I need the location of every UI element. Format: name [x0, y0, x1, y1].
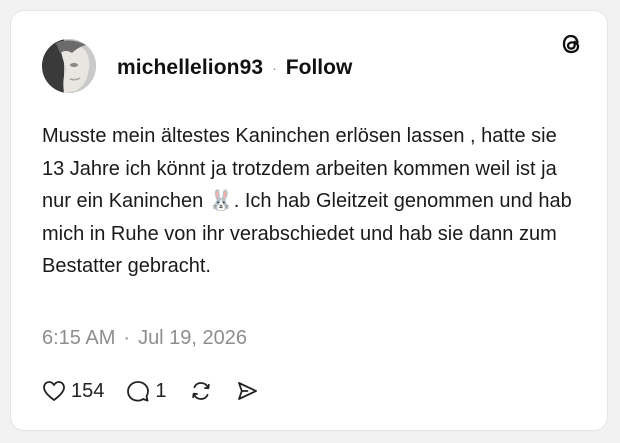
threads-logo-icon[interactable] — [558, 31, 584, 57]
avatar[interactable] — [42, 39, 96, 93]
heart-icon — [43, 381, 65, 401]
timestamp-separator: · — [123, 327, 131, 349]
comment-bubble-icon — [127, 381, 150, 402]
repost-button[interactable] — [189, 379, 213, 403]
username-link[interactable]: michellelion93 — [117, 56, 263, 80]
send-icon — [237, 382, 257, 400]
avatar-image — [42, 39, 96, 93]
reply-button[interactable]: 1 — [126, 379, 167, 403]
header-separator: · — [272, 60, 277, 76]
post-time: 6:15 AM — [42, 327, 116, 349]
follow-button[interactable]: Follow — [286, 56, 353, 80]
post-body: Musste mein ältestes Kaninchen erlösen l… — [42, 120, 572, 283]
post-date: Jul 19, 2026 — [138, 327, 248, 349]
post-timestamp[interactable]: 6:15 AM · Jul 19, 2026 — [42, 327, 247, 350]
post-card: michellelion93 · Follow Musste mein älte… — [10, 10, 608, 431]
like-count: 154 — [71, 379, 105, 402]
post-header: michellelion93 · Follow — [117, 55, 352, 81]
post-actions: 154 1 — [42, 376, 259, 406]
share-button[interactable] — [235, 379, 259, 403]
reply-count: 1 — [155, 379, 167, 402]
repost-icon — [191, 382, 210, 400]
like-button[interactable]: 154 — [42, 380, 104, 403]
rabbit-emoji: 🐰 — [208, 190, 234, 212]
